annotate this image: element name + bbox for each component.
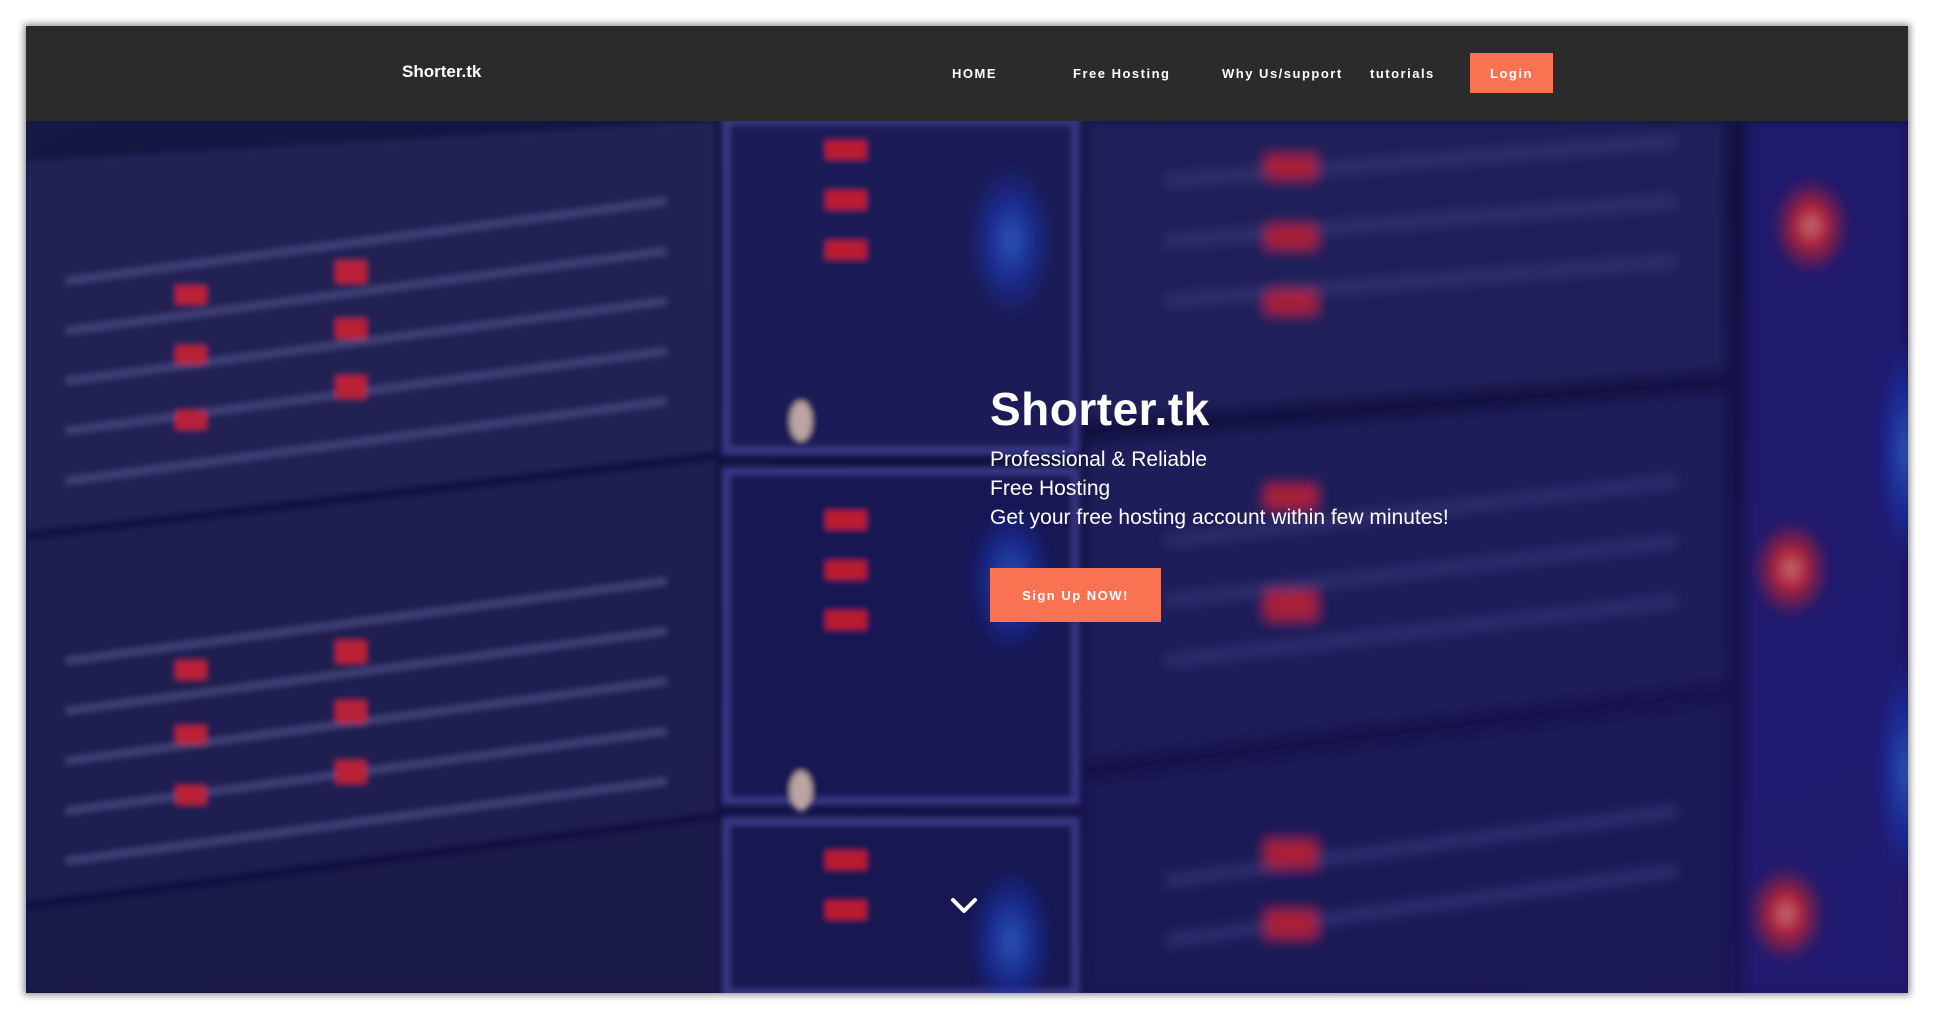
nav-link-why-us-support[interactable]: Why Us/support: [1222, 66, 1343, 81]
hero-section: Shorter.tk Professional & Reliable Free …: [26, 121, 1908, 993]
hero-tagline-line-1: Professional & Reliable: [990, 448, 1208, 471]
hero-content: Shorter.tk Professional & Reliable Free …: [990, 381, 1449, 622]
nav-link-home[interactable]: HOME: [952, 66, 997, 81]
hero-tagline: Professional & Reliable Free Hosting Get…: [990, 445, 1449, 532]
nav-link-tutorials[interactable]: tutorials: [1370, 66, 1435, 81]
hero-overlay: [26, 121, 1908, 993]
browser-viewport: Shorter.tk HOME Free Hosting Why Us/supp…: [26, 26, 1908, 993]
top-navbar: Shorter.tk HOME Free Hosting Why Us/supp…: [26, 26, 1908, 121]
brand-logo-link[interactable]: Shorter.tk: [402, 62, 481, 82]
chevron-down-icon[interactable]: [950, 896, 978, 916]
hero-title: Shorter.tk: [990, 383, 1210, 435]
nav-link-free-hosting[interactable]: Free Hosting: [1073, 66, 1170, 81]
hero-tagline-line-2: Free Hosting: [990, 477, 1111, 500]
login-button[interactable]: Login: [1470, 53, 1553, 93]
sign-up-now-button[interactable]: Sign Up NOW!: [990, 568, 1161, 622]
hero-tagline-line-3: Get your free hosting account within few…: [990, 506, 1449, 529]
